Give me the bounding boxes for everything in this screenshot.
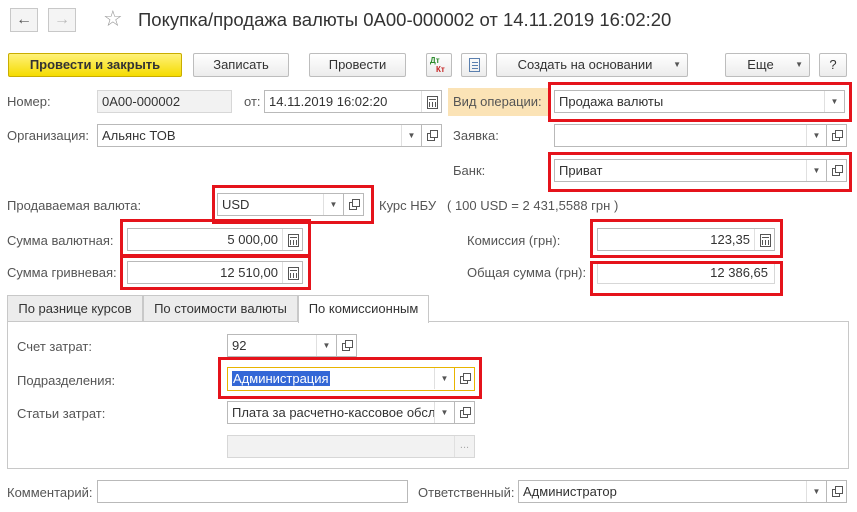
open-responsible-icon[interactable] bbox=[827, 480, 847, 503]
arrow-left-icon: ← bbox=[16, 11, 32, 28]
highlight-box-commission bbox=[590, 219, 783, 258]
tab-commission[interactable]: По комиссионным bbox=[298, 295, 429, 323]
tab-rate-difference[interactable]: По разнице курсов bbox=[7, 295, 143, 322]
amount-currency-label: Сумма валютная: bbox=[7, 233, 114, 248]
open-cost-item-icon[interactable] bbox=[455, 401, 475, 424]
more-label: Еще bbox=[747, 57, 774, 72]
date-value: 14.11.2019 16:02:20 bbox=[269, 94, 388, 109]
dropdown-arrow-icon: ▼ bbox=[795, 60, 803, 69]
calendar-icon[interactable] bbox=[421, 91, 441, 112]
number-field[interactable]: 0А00-000002 bbox=[97, 90, 232, 113]
forward-button[interactable]: → bbox=[48, 8, 76, 32]
comment-field[interactable] bbox=[97, 480, 408, 503]
cost-item-value: Плата за расчетно-кассовое обсл bbox=[232, 405, 436, 420]
amount-uah-label: Сумма гривневая: bbox=[7, 265, 117, 280]
sold-currency-label: Продаваемая валюта: bbox=[7, 198, 142, 213]
window-title: Покупка/продажа валюты 0А00-000002 от 14… bbox=[138, 9, 672, 30]
organization-select[interactable]: Альянс ТОВ ▼ bbox=[97, 124, 422, 147]
post-and-close-button[interactable]: Провести и закрыть bbox=[8, 53, 182, 77]
ellipsis-icon: ... bbox=[454, 436, 474, 457]
create-based-on-label: Создать на основании bbox=[517, 57, 653, 72]
star-icon[interactable]: ☆ bbox=[103, 6, 123, 32]
save-button[interactable]: Записать bbox=[193, 53, 289, 77]
chevron-down-icon[interactable]: ▼ bbox=[434, 402, 454, 423]
cost-account-value: 92 bbox=[232, 338, 247, 353]
date-label: от: bbox=[244, 94, 261, 109]
document-icon bbox=[469, 58, 480, 72]
post-button[interactable]: Провести bbox=[309, 53, 406, 77]
highlight-box-bank bbox=[548, 152, 852, 192]
highlight-box-amount-uah bbox=[120, 254, 311, 290]
bank-label: Банк: bbox=[453, 163, 486, 178]
open-organization-icon[interactable] bbox=[422, 124, 442, 147]
cost-account-select[interactable]: 92 ▼ bbox=[227, 334, 337, 357]
department-label: Подразделения: bbox=[17, 373, 116, 388]
extra-field: ... bbox=[227, 435, 475, 458]
chevron-down-icon[interactable]: ▼ bbox=[806, 481, 826, 502]
date-field[interactable]: 14.11.2019 16:02:20 bbox=[264, 90, 442, 113]
rate-value: ( 100 USD = 2 431,5588 грн ) bbox=[447, 198, 619, 213]
comment-label: Комментарий: bbox=[7, 485, 93, 500]
highlight-box-department bbox=[218, 357, 482, 399]
create-based-on-button[interactable]: Создать на основании ▼ bbox=[496, 53, 688, 77]
highlight-box-total bbox=[590, 261, 783, 296]
total-label: Общая сумма (грн): bbox=[467, 265, 587, 280]
cost-item-label: Статьи затрат: bbox=[17, 406, 106, 421]
dt-kt-button[interactable]: Дт Кт bbox=[426, 53, 452, 77]
commission-label: Комиссия (грн): bbox=[467, 233, 561, 248]
request-label: Заявка: bbox=[453, 128, 499, 143]
responsible-label: Ответственный: bbox=[418, 485, 515, 500]
organization-label: Организация: bbox=[7, 128, 90, 143]
responsible-value: Администратор bbox=[523, 484, 617, 499]
chevron-down-icon[interactable]: ▼ bbox=[316, 335, 336, 356]
cost-account-label: Счет затрат: bbox=[17, 339, 92, 354]
document-report-button[interactable] bbox=[461, 53, 487, 77]
tab-currency-cost[interactable]: По стоимости валюты bbox=[143, 295, 298, 322]
cost-item-select[interactable]: Плата за расчетно-кассовое обсл ▼ bbox=[227, 401, 455, 424]
open-request-icon[interactable] bbox=[827, 124, 847, 147]
request-select[interactable]: ▼ bbox=[554, 124, 827, 147]
highlight-box-amount-currency bbox=[120, 219, 311, 258]
more-button[interactable]: Еще ▼ bbox=[725, 53, 810, 77]
arrow-right-icon: → bbox=[54, 11, 70, 28]
dropdown-arrow-icon: ▼ bbox=[673, 60, 681, 69]
number-label: Номер: bbox=[7, 94, 51, 109]
chevron-down-icon[interactable]: ▼ bbox=[806, 125, 826, 146]
responsible-select[interactable]: Администратор ▼ bbox=[518, 480, 827, 503]
highlight-box-operation bbox=[548, 82, 852, 122]
rate-label: Курс НБУ bbox=[379, 198, 437, 213]
operation-label: Вид операции: bbox=[453, 94, 542, 109]
open-account-icon[interactable] bbox=[337, 334, 357, 357]
help-button[interactable]: ? bbox=[819, 53, 847, 77]
back-button[interactable]: ← bbox=[10, 8, 38, 32]
organization-value: Альянс ТОВ bbox=[102, 128, 176, 143]
chevron-down-icon[interactable]: ▼ bbox=[401, 125, 421, 146]
dt-kt-icon: Дт Кт bbox=[430, 56, 445, 74]
